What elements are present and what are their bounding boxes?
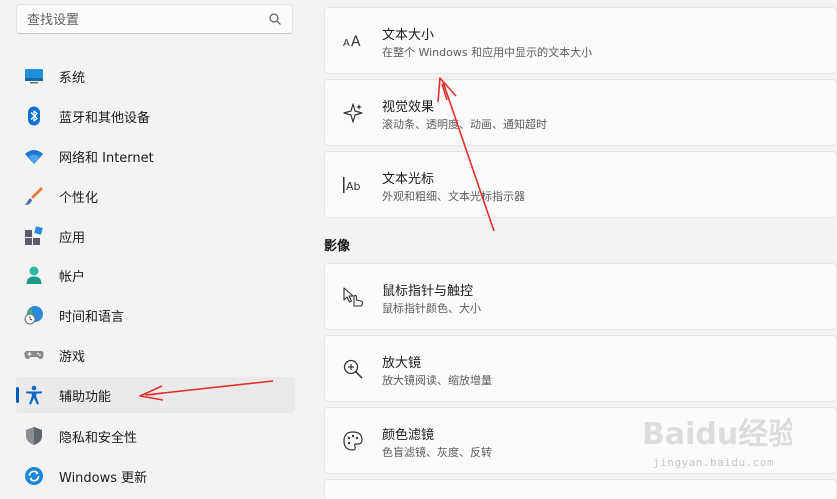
card-title: 颜色滤镜 bbox=[382, 428, 435, 443]
sidebar-item-apps[interactable]: 应用 bbox=[16, 218, 295, 254]
card-subtitle: 鼠标指针颜色、大小 bbox=[382, 302, 481, 315]
svg-text:A: A bbox=[351, 34, 361, 50]
search-icon[interactable] bbox=[268, 12, 282, 26]
card-text-size[interactable]: A A 文本大小 在整个 Windows 和应用中显示的文本大小 bbox=[324, 7, 837, 74]
svg-text:Ab: Ab bbox=[346, 180, 361, 193]
card-title: 放大镜 bbox=[382, 356, 422, 371]
card-mouse-pointer-touch[interactable]: 鼠标指针与触控 鼠标指针颜色、大小 bbox=[324, 263, 837, 330]
sidebar-item-label: 游戏 bbox=[59, 350, 86, 365]
card-next-partial[interactable] bbox=[324, 479, 837, 499]
person-icon bbox=[26, 266, 42, 284]
card-subtitle: 外观和粗细、文本光标指示器 bbox=[382, 190, 525, 203]
sidebar-item-accounts[interactable]: 帐户 bbox=[16, 257, 295, 293]
card-subtitle: 滚动条、透明度、动画、通知超时 bbox=[382, 118, 547, 131]
pointer-touch-icon bbox=[343, 287, 364, 307]
card-title: 鼠标指针与触控 bbox=[382, 284, 474, 299]
sidebar-item-label: 辅助功能 bbox=[59, 390, 112, 405]
accessibility-icon bbox=[26, 385, 42, 405]
update-icon bbox=[25, 467, 43, 485]
magnifier-icon bbox=[343, 359, 363, 379]
sidebar-item-label: 网络和 Internet bbox=[59, 151, 154, 166]
text-cursor-icon: Ab bbox=[343, 177, 361, 193]
search-box[interactable] bbox=[16, 4, 293, 34]
sidebar-item-network[interactable]: 网络和 Internet bbox=[16, 138, 295, 174]
card-subtitle: 色盲滤镜、灰度、反转 bbox=[382, 446, 492, 459]
sidebar-item-label: Windows 更新 bbox=[59, 471, 148, 486]
search-input[interactable] bbox=[25, 9, 259, 31]
gamepad-icon bbox=[24, 351, 44, 359]
sidebar-item-time-language[interactable]: 时间和语言 bbox=[16, 297, 295, 333]
card-text-cursor[interactable]: Ab 文本光标 外观和粗细、文本光标指示器 bbox=[324, 151, 837, 218]
sidebar-item-label: 帐户 bbox=[59, 270, 86, 285]
watermark-brand: Baidu经验 bbox=[642, 417, 792, 452]
sidebar-item-label: 蓝牙和其他设备 bbox=[59, 111, 151, 126]
card-magnifier[interactable]: 放大镜 放大镜阅读、缩放增量 bbox=[324, 335, 837, 402]
sidebar-item-privacy[interactable]: 隐私和安全性 bbox=[16, 418, 295, 454]
card-visual-effects[interactable]: 视觉效果 滚动条、透明度、动画、通知超时 bbox=[324, 79, 837, 146]
apps-icon bbox=[25, 226, 43, 245]
palette-icon bbox=[343, 431, 363, 451]
sidebar-item-windows-update[interactable]: Windows 更新 bbox=[16, 458, 295, 494]
sidebar-item-system[interactable]: 系统 bbox=[16, 58, 295, 94]
bluetooth-icon bbox=[28, 106, 40, 126]
section-title: 影像 bbox=[324, 239, 351, 254]
sidebar: 系统 蓝牙和其他设备 网络和 Internet 个性化 应用 bbox=[0, 0, 310, 493]
sidebar-item-accessibility[interactable]: 辅助功能 bbox=[16, 377, 295, 413]
selection-indicator bbox=[16, 387, 19, 403]
brush-icon bbox=[25, 187, 43, 205]
svg-text:A: A bbox=[343, 38, 350, 49]
card-subtitle: 在整个 Windows 和应用中显示的文本大小 bbox=[382, 46, 593, 59]
card-title: 视觉效果 bbox=[382, 100, 435, 115]
sidebar-item-gaming[interactable]: 游戏 bbox=[16, 337, 295, 373]
sidebar-item-label: 隐私和安全性 bbox=[59, 431, 138, 446]
sidebar-item-label: 应用 bbox=[59, 231, 86, 246]
sidebar-item-personalization[interactable]: 个性化 bbox=[16, 178, 295, 214]
display-icon bbox=[25, 69, 43, 84]
globe-clock-icon bbox=[24, 306, 43, 325]
sidebar-item-label: 时间和语言 bbox=[59, 310, 125, 325]
card-title: 文本光标 bbox=[382, 172, 435, 187]
sidebar-item-label: 系统 bbox=[59, 71, 86, 86]
sparkle-icon bbox=[343, 103, 363, 123]
sidebar-item-bluetooth[interactable]: 蓝牙和其他设备 bbox=[16, 98, 295, 134]
card-subtitle: 放大镜阅读、缩放增量 bbox=[382, 374, 492, 387]
wifi-icon bbox=[25, 150, 43, 164]
watermark-url: jingyan.baidu.com bbox=[653, 456, 775, 469]
text-size-icon: A A bbox=[343, 34, 361, 50]
sidebar-item-label: 个性化 bbox=[59, 191, 99, 206]
card-title: 文本大小 bbox=[382, 28, 435, 43]
shield-icon bbox=[26, 427, 42, 445]
